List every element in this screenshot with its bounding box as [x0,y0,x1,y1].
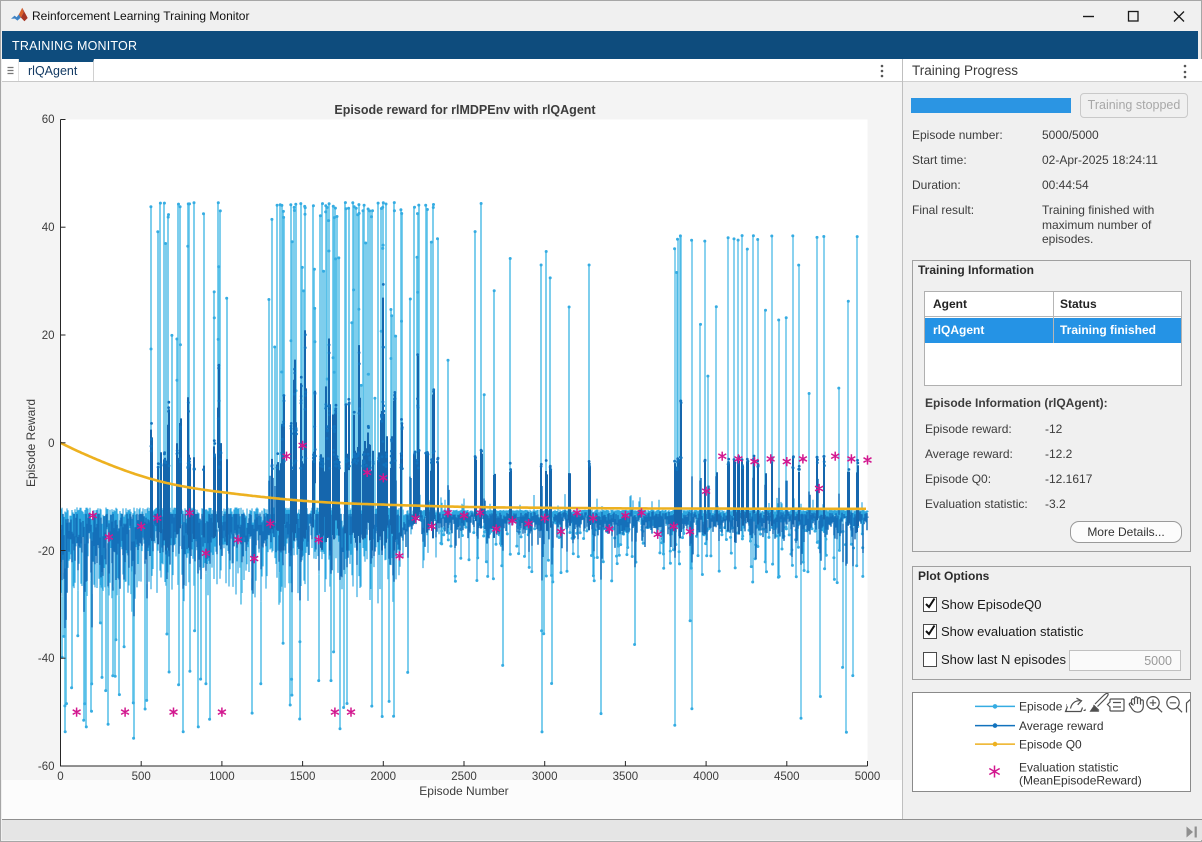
svg-text:Episode Number: Episode Number [419,784,508,798]
svg-text:Episode reward for rlMDPEnv wi: Episode reward for rlMDPEnv with rlQAgen… [334,103,596,117]
svg-text:20: 20 [42,330,55,342]
svg-text:0: 0 [57,771,63,783]
svg-text:-20: -20 [38,546,55,558]
svg-text:-60: -60 [38,761,55,773]
svg-text:Episode Q0: Episode Q0 [1019,737,1082,751]
svg-text:60: 60 [42,114,55,126]
svg-text:3000: 3000 [532,771,558,783]
svg-text:500: 500 [132,771,151,783]
svg-text:0: 0 [48,438,54,450]
svg-text:Average reward: Average reward [1019,719,1104,733]
svg-text:2000: 2000 [371,771,397,783]
svg-text:-40: -40 [38,653,55,665]
svg-text:1000: 1000 [209,771,235,783]
svg-text:(MeanEpisodeReward): (MeanEpisodeReward) [1019,774,1142,788]
svg-text:3500: 3500 [613,771,639,783]
svg-text:5000: 5000 [855,771,881,783]
svg-text:4500: 4500 [774,771,800,783]
svg-text:2500: 2500 [451,771,477,783]
svg-text:4000: 4000 [693,771,719,783]
svg-text:40: 40 [42,222,55,234]
svg-text:Episode Reward: Episode Reward [24,399,38,487]
svg-text:1500: 1500 [290,771,316,783]
svg-text:Evaluation statistic: Evaluation statistic [1019,761,1118,775]
